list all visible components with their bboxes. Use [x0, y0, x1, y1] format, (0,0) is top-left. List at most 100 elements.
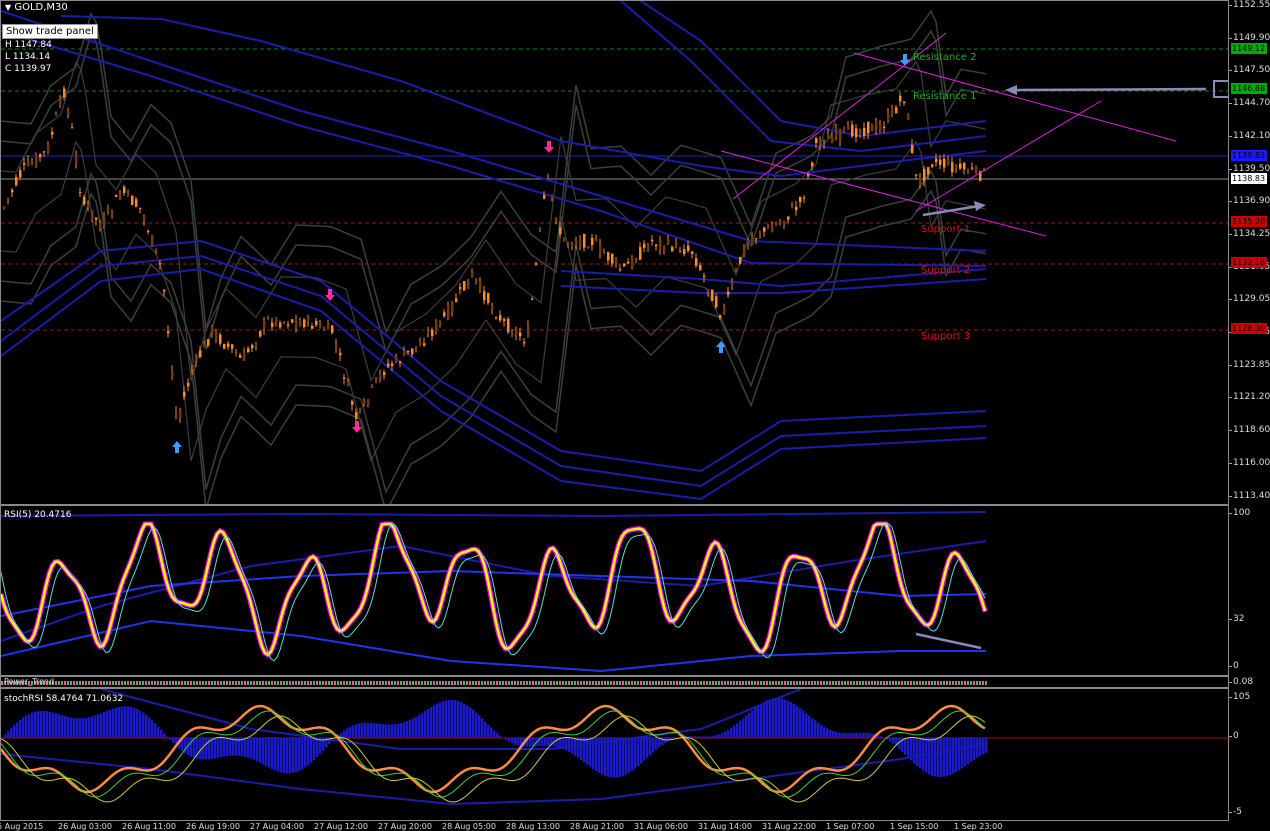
histogram-bar — [142, 713, 145, 738]
histogram-bar — [802, 711, 805, 738]
power-bar — [70, 681, 72, 685]
power-bar — [925, 681, 927, 685]
histogram-bar — [694, 736, 697, 738]
power-bar — [565, 681, 567, 685]
power-trend-canvas — [1, 677, 1229, 688]
candle-body — [279, 323, 282, 328]
candle-body — [11, 190, 14, 193]
power-bar — [289, 681, 291, 685]
histogram-bar — [286, 738, 289, 773]
histogram-bar — [433, 705, 436, 738]
histogram-bar — [409, 720, 412, 738]
power-trend-pane[interactable]: Power_Trend — [0, 676, 1229, 688]
histogram-bar — [304, 738, 307, 768]
candle-body — [255, 344, 258, 345]
power-bar — [793, 681, 795, 685]
power-bar — [820, 681, 822, 685]
candle-body — [307, 317, 310, 321]
histogram-bar — [691, 736, 694, 738]
histogram-bar — [517, 738, 520, 745]
histogram-bar — [772, 698, 775, 738]
envelope-band — [1, 142, 986, 461]
histogram-bar — [199, 738, 202, 759]
candle-body — [51, 132, 54, 135]
candle-body — [855, 128, 858, 137]
histogram-bar — [421, 713, 424, 738]
histogram-bar — [463, 703, 466, 738]
power-bar — [454, 681, 456, 685]
power-bar — [490, 681, 492, 685]
price-tick: 1152.55 — [1233, 0, 1270, 10]
histogram-bar — [979, 738, 982, 756]
power-bar — [979, 681, 981, 685]
candle-body — [727, 292, 730, 295]
power-bar — [595, 681, 597, 685]
power-bar — [814, 681, 816, 685]
candle-body — [95, 218, 98, 220]
candle-body — [275, 318, 278, 322]
power-bar — [922, 681, 924, 685]
histogram-bar — [163, 733, 166, 738]
candle-body — [439, 321, 442, 325]
power-bar — [586, 681, 588, 685]
power-bar — [106, 681, 108, 685]
rsi-pane[interactable]: RSI(5) 20.4716 — [0, 505, 1229, 676]
candle-body — [463, 281, 466, 290]
candle-body — [103, 217, 106, 226]
power-bar — [505, 681, 507, 685]
candle-body — [967, 172, 970, 174]
candle-body — [63, 89, 66, 98]
candle-body — [59, 99, 62, 104]
power-bar — [607, 681, 609, 685]
histogram-bar — [934, 738, 937, 776]
chevron-down-icon[interactable]: ▼ — [5, 3, 11, 12]
power-bar — [517, 681, 519, 685]
candle-body — [287, 324, 290, 325]
histogram-bar — [106, 711, 109, 738]
candle-body — [71, 127, 74, 128]
histogram-bar — [619, 738, 622, 777]
price-chart-pane[interactable]: ▼ GOLD,M30 Show trade panel H 1147.84 L … — [0, 0, 1229, 505]
stochrsi-pane[interactable]: stochRSI 58.4764 71.0632 — [0, 688, 1229, 821]
candle-body — [535, 263, 538, 265]
histogram-bar — [499, 736, 502, 738]
candle-body — [635, 259, 638, 262]
candle-body — [79, 192, 82, 193]
power-bar — [760, 681, 762, 685]
price-axis[interactable]: 1152.551149.901147.501144.701142.101139.… — [1229, 0, 1270, 505]
show-trade-panel-button[interactable]: Show trade panel — [2, 24, 98, 39]
histogram-bar — [454, 700, 457, 738]
candle-body — [47, 144, 50, 153]
histogram-bar — [241, 738, 244, 756]
histogram-bar — [643, 738, 646, 761]
power-bar — [787, 681, 789, 685]
power-bar — [631, 681, 633, 685]
power-bar — [478, 681, 480, 685]
histogram-bar — [373, 723, 376, 738]
candle-body — [247, 348, 250, 352]
trend-band — [641, 1, 986, 136]
histogram-bar — [220, 738, 223, 757]
power-bar — [847, 681, 849, 685]
histogram-bar — [451, 700, 454, 738]
candle-body — [959, 164, 962, 169]
histogram-bar — [649, 738, 652, 755]
histogram-bar — [400, 723, 403, 738]
power-bar — [667, 681, 669, 685]
candle-body — [779, 222, 782, 225]
candle-body — [171, 370, 174, 377]
power-bar — [145, 681, 147, 685]
histogram-bar — [232, 738, 235, 756]
candle-body — [339, 353, 342, 355]
histogram-bar — [130, 707, 133, 738]
candle-body — [503, 319, 506, 321]
candle-body — [883, 127, 886, 128]
histogram-bar — [652, 738, 655, 752]
power-bar — [244, 681, 246, 685]
histogram-bar — [577, 738, 580, 758]
candle-body — [839, 130, 842, 141]
histogram-bar — [610, 738, 613, 777]
annotation-arrow-icon — [1005, 85, 1017, 95]
candle-body — [303, 319, 306, 327]
candle-body — [831, 136, 834, 143]
